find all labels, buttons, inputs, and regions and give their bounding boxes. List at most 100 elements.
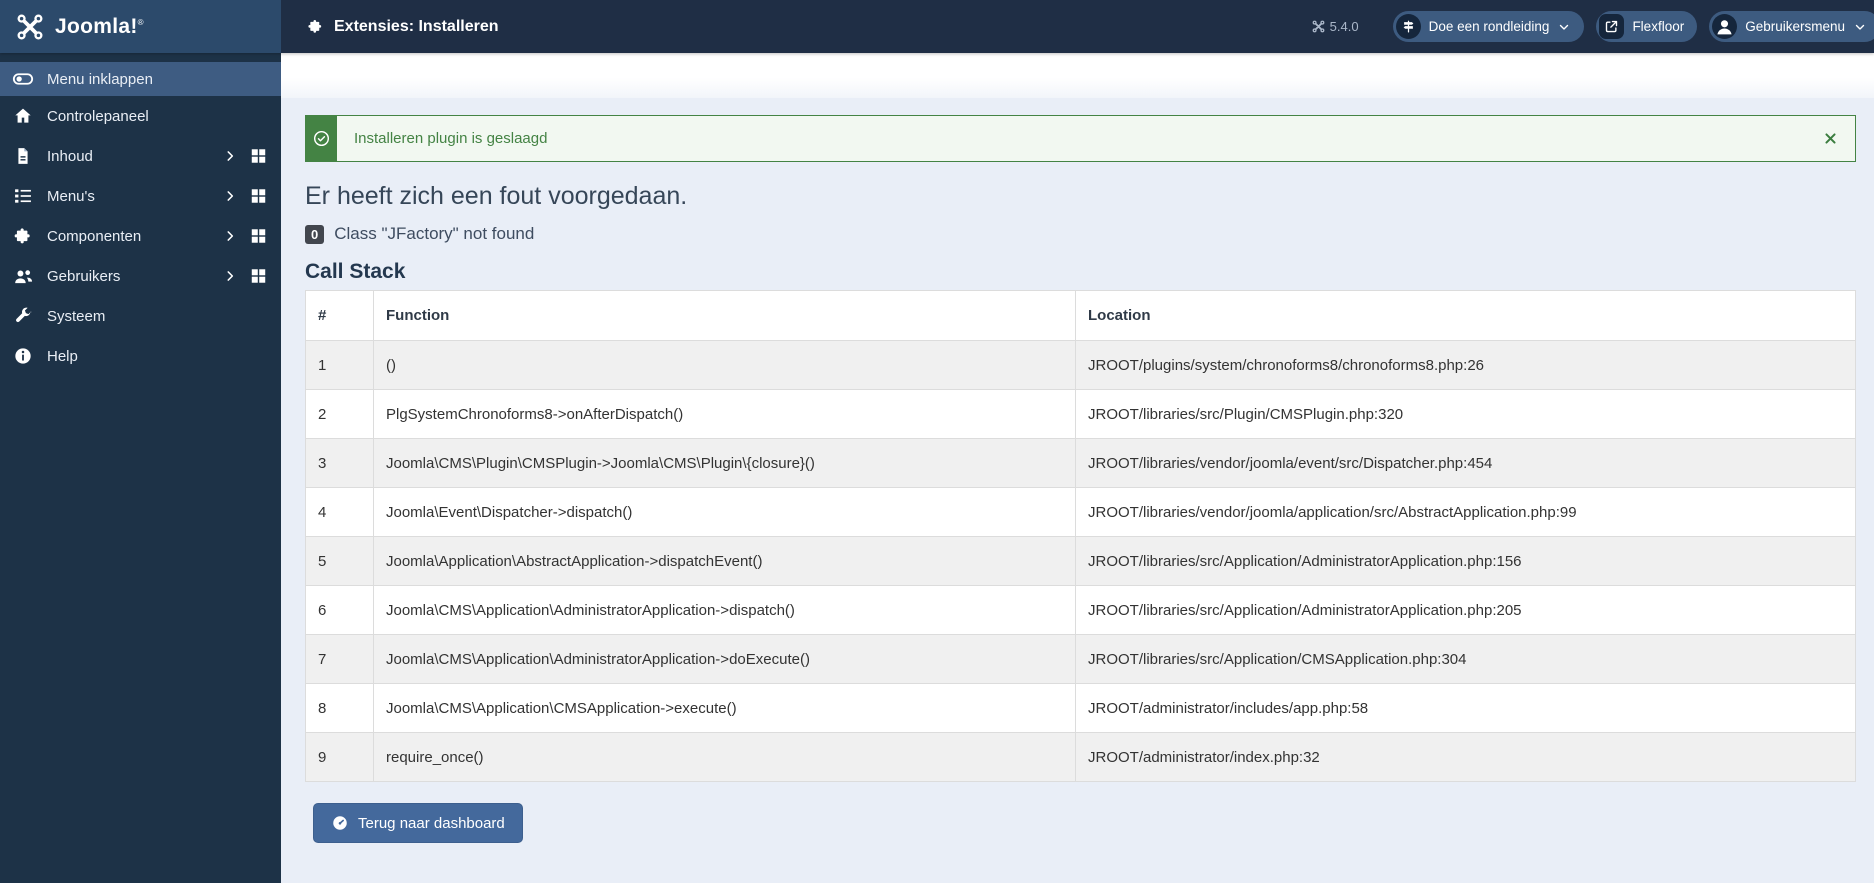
info-icon [12, 346, 34, 366]
sidebar-item-label: Help [47, 347, 78, 365]
sidebar-item[interactable]: Gebruikers [0, 256, 281, 296]
table-row: 1 () JROOT/plugins/system/chronoforms8/c… [305, 340, 1856, 390]
callstack-title: Call Stack [305, 260, 406, 283]
error-message: Class "JFactory" not found [334, 224, 535, 243]
column-header-number: # [305, 290, 374, 341]
joomla-version-icon [1312, 20, 1325, 33]
user-icon [1712, 14, 1738, 39]
stack-function: Joomla\CMS\Application\AdministratorAppl… [373, 634, 1076, 684]
back-to-dashboard-button[interactable]: Terug naar dashboard [313, 803, 523, 843]
sidebar-item[interactable]: Menu's [0, 176, 281, 216]
stack-number: 9 [305, 732, 374, 782]
users-icon [12, 266, 34, 287]
chevron-right-icon [223, 229, 237, 243]
stack-function: () [373, 340, 1076, 390]
stack-number: 8 [305, 683, 374, 733]
error-code-badge: 0 [305, 224, 325, 244]
stack-location: JROOT/libraries/src/Application/CMSAppli… [1075, 634, 1856, 684]
sidebar-item[interactable]: Help [0, 336, 281, 376]
logo-text: Joomla!® [55, 14, 144, 38]
stack-function: PlgSystemChronoforms8->onAfterDispatch() [373, 389, 1076, 439]
stack-number: 2 [305, 389, 374, 439]
chevron-right-icon [223, 269, 237, 283]
sidebar-item[interactable]: Systeem [0, 296, 281, 336]
menu-collapse-toggle[interactable]: Menu inklappen [0, 62, 281, 96]
version-label: 5.4.0 [1329, 19, 1359, 34]
tour-button-label: Doe een rondleiding [1428, 19, 1550, 34]
stack-location: JROOT/libraries/src/Application/Administ… [1075, 536, 1856, 586]
file-icon [12, 146, 34, 166]
signpost-icon [1395, 14, 1421, 39]
success-alert: Installeren plugin is geslaagd [305, 115, 1856, 162]
table-row: 9 require_once() JROOT/administrator/ind… [305, 732, 1856, 782]
column-header-function: Function [373, 290, 1076, 341]
sidebar-item[interactable]: Controlepaneel [0, 96, 281, 136]
stack-function: Joomla\CMS\Plugin\CMSPlugin->Joomla\CMS\… [373, 438, 1076, 488]
joomla-logo-icon [16, 13, 44, 41]
list-icon [12, 186, 34, 206]
dashboard-grid-icon[interactable] [249, 227, 268, 246]
callstack-table: # Function Location 1 () JROOT/plugins/s… [305, 290, 1856, 782]
main-area: Installeren plugin is geslaagd Er heeft … [281, 53, 1874, 883]
stack-function: require_once() [373, 732, 1076, 782]
error-detail: 0 Class "JFactory" not found [305, 224, 1856, 244]
stack-number: 1 [305, 340, 374, 390]
stack-number: 6 [305, 585, 374, 635]
chevron-down-icon [1853, 20, 1867, 34]
sidebar-item-label: Gebruikers [47, 267, 121, 285]
success-alert-message: Installeren plugin is geslaagd [354, 130, 548, 147]
stack-location: JROOT/libraries/vendor/joomla/event/src/… [1075, 438, 1856, 488]
callstack-rows: 1 () JROOT/plugins/system/chronoforms8/c… [305, 340, 1856, 782]
close-icon[interactable] [1806, 116, 1855, 161]
joomla-admin-app: Joomla!® Extensies: Installeren 5.4.0 Do… [0, 0, 1874, 883]
sidebar-menu: Controlepaneel Inhoud Menu's Componenten… [0, 96, 281, 376]
stack-function: Joomla\CMS\Application\CMSApplication->e… [373, 683, 1076, 733]
stack-number: 3 [305, 438, 374, 488]
dashboard-grid-icon[interactable] [249, 147, 268, 166]
joomla-version: 5.4.0 [1312, 19, 1359, 34]
stack-number: 5 [305, 536, 374, 586]
stack-function: Joomla\Application\AbstractApplication->… [373, 536, 1076, 586]
content: Installeren plugin is geslaagd Er heeft … [281, 98, 1874, 843]
dashboard-grid-icon[interactable] [249, 267, 268, 286]
table-row: 7 Joomla\CMS\Application\AdministratorAp… [305, 634, 1856, 684]
error-heading: Er heeft zich een fout voorgedaan. [305, 182, 688, 210]
tour-button[interactable]: Doe een rondleiding [1392, 11, 1585, 42]
chevron-down-icon [1557, 20, 1571, 34]
wrench-icon [12, 306, 34, 326]
dashboard-grid-icon[interactable] [249, 187, 268, 206]
page-title-group: Extensies: Installeren [307, 18, 499, 36]
table-row: 2 PlgSystemChronoforms8->onAfterDispatch… [305, 389, 1856, 439]
table-row: 5 Joomla\Application\AbstractApplication… [305, 536, 1856, 586]
sidebar-item-label: Menu's [47, 187, 95, 205]
stack-location: JROOT/plugins/system/chronoforms8/chrono… [1075, 340, 1856, 390]
sidebar-item[interactable]: Componenten [0, 216, 281, 256]
stack-location: JROOT/libraries/src/Application/Administ… [1075, 585, 1856, 635]
sidebar-item-label: Controlepaneel [47, 107, 149, 125]
stack-number: 7 [305, 634, 374, 684]
sidebar-item[interactable]: Inhoud [0, 136, 281, 176]
stack-function: Joomla\Event\Dispatcher->dispatch() [373, 487, 1076, 537]
sidebar: Menu inklappen Controlepaneel Inhoud Men… [0, 53, 281, 883]
stack-number: 4 [305, 487, 374, 537]
toggle-icon [12, 68, 34, 90]
menu-collapse-label: Menu inklappen [47, 70, 153, 88]
chevron-right-icon [223, 189, 237, 203]
user-menu-label: Gebruikersmenu [1745, 19, 1845, 34]
chevron-right-icon [223, 149, 237, 163]
table-row: 6 Joomla\CMS\Application\AdministratorAp… [305, 585, 1856, 635]
site-preview-button[interactable]: Flexfloor [1596, 11, 1698, 42]
sidebar-item-label: Inhoud [47, 147, 93, 165]
puzzle-icon [307, 18, 324, 35]
table-row: 4 Joomla\Event\Dispatcher->dispatch() JR… [305, 487, 1856, 537]
table-header-row: # Function Location [305, 290, 1856, 341]
stack-location: JROOT/libraries/src/Plugin/CMSPlugin.php… [1075, 389, 1856, 439]
sidebar-item-label: Systeem [47, 307, 106, 325]
user-menu-button[interactable]: Gebruikersmenu [1709, 11, 1874, 42]
registered-mark: ® [137, 17, 144, 27]
stack-location: JROOT/libraries/vendor/joomla/applicatio… [1075, 487, 1856, 537]
stack-location: JROOT/administrator/index.php:32 [1075, 732, 1856, 782]
stack-function: Joomla\CMS\Application\AdministratorAppl… [373, 585, 1076, 635]
check-circle-icon [305, 115, 337, 162]
puzzle-icon [12, 226, 34, 246]
